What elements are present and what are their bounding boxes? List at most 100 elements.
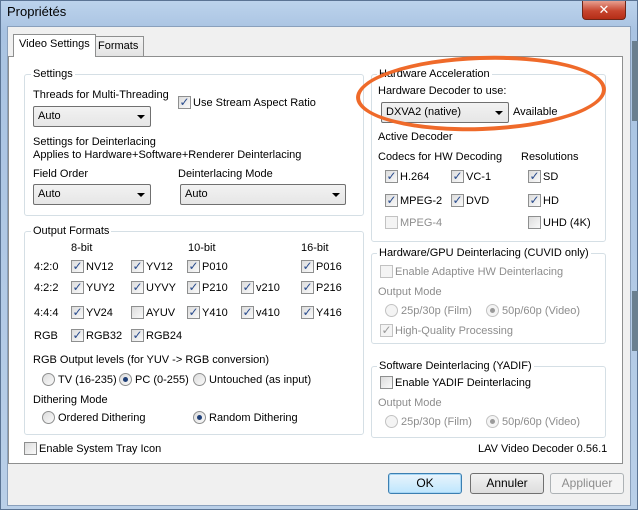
fmt-label: RGB32 (86, 330, 123, 342)
fmt-label: P216 (316, 282, 342, 294)
threads-label: Threads for Multi-Threading (33, 89, 169, 101)
hw-decoder-dropdown[interactable]: DXVA2 (native) (381, 102, 509, 123)
tab-label: Formats (98, 40, 139, 52)
res-sd-checkbox[interactable]: ✓ (528, 170, 541, 183)
codec-label: MPEG-2 (400, 195, 443, 207)
stream-aspect-checkbox[interactable]: ✓ (178, 96, 191, 109)
fmt-checkbox[interactable] (131, 306, 144, 319)
fmt-checkbox[interactable]: ✓ (71, 329, 84, 342)
codec-h264-checkbox[interactable]: ✓ (385, 170, 398, 183)
fmt-checkbox[interactable]: ✓ (187, 281, 200, 294)
system-tray-checkbox[interactable] (24, 442, 37, 455)
codec-dvd-checkbox[interactable]: ✓ (451, 194, 464, 207)
pc-range-radio[interactable] (119, 373, 132, 386)
ok-button[interactable]: OK (388, 473, 462, 494)
field-order-value: Auto (38, 188, 61, 200)
chevron-down-icon (137, 193, 145, 197)
codec-label: H.264 (400, 171, 430, 183)
background-scrollbar (632, 291, 638, 351)
fmt-label: v210 (256, 282, 280, 294)
codecs-label: Codecs for HW Decoding (378, 151, 503, 163)
fmt-checkbox[interactable]: ✓ (187, 306, 200, 319)
dither-mode-label: Dithering Mode (33, 394, 108, 406)
fmt-checkbox[interactable]: ✓ (131, 281, 144, 294)
tv-range-radio[interactable] (42, 373, 55, 386)
tv-range-label: TV (16-235) (58, 374, 117, 386)
properties-window: Propriétés ✕ Video Settings Formats Sett… (0, 0, 638, 510)
cancel-button[interactable]: Annuler (470, 473, 544, 494)
fmt-label: P010 (202, 261, 228, 273)
fmt-checkbox[interactable]: ✓ (71, 260, 84, 273)
deint-settings-desc: Applies to Hardware+Software+Renderer De… (33, 149, 302, 161)
hw-status: Available (513, 106, 558, 118)
deint-mode-dropdown[interactable]: Auto (180, 184, 346, 205)
fmt-checkbox[interactable]: ✓ (131, 260, 144, 273)
yadif-video-label: 50p/60p (Video) (502, 416, 581, 428)
apply-button[interactable]: Appliquer (550, 473, 624, 494)
ordered-dither-label: Ordered Dithering (58, 412, 146, 424)
threads-dropdown[interactable]: Auto (33, 106, 151, 127)
fmt-checkbox[interactable]: ✓ (71, 281, 84, 294)
fmt-checkbox[interactable]: ✓ (241, 306, 254, 319)
hw-decoder-label: Hardware Decoder to use: (378, 85, 507, 97)
fmt-label: RGB24 (146, 330, 183, 342)
close-icon: ✕ (598, 2, 610, 17)
hw-accel-title: Hardware Acceleration (377, 68, 492, 80)
tab-formats[interactable]: Formats (92, 36, 145, 57)
output-formats-title: Output Formats (31, 225, 112, 237)
ordered-dither-radio[interactable] (42, 411, 55, 424)
res-hd-checkbox[interactable]: ✓ (528, 194, 541, 207)
chevron-down-icon (137, 115, 145, 119)
system-tray-label: Enable System Tray Icon (39, 443, 162, 455)
yadif-title: Software Deinterlacing (YADIF) (377, 360, 534, 372)
yadif-output-mode-label: Output Mode (378, 397, 442, 409)
res-label: SD (543, 171, 559, 183)
chevron-down-icon (495, 111, 503, 115)
fmt-label: UYVY (146, 282, 176, 294)
adaptive-hw-deint-checkbox[interactable] (380, 265, 393, 278)
fmt-checkbox[interactable]: ✓ (187, 260, 200, 273)
codec-mpeg4-checkbox[interactable] (385, 216, 398, 229)
codec-label: DVD (466, 195, 490, 207)
fmt-checkbox[interactable]: ✓ (71, 306, 84, 319)
fmt-label: YV24 (86, 307, 113, 319)
resolutions-label: Resolutions (521, 151, 579, 163)
res-label: UHD (4K) (543, 217, 591, 229)
cuvid-video-radio[interactable] (486, 304, 499, 317)
random-dither-radio[interactable] (193, 411, 206, 424)
yadif-video-radio[interactable] (486, 415, 499, 428)
deint-mode-label: Deinterlacing Mode (178, 168, 273, 180)
title-bar[interactable]: Propriétés ✕ (1, 1, 637, 25)
cuvid-video-label: 50p/60p (Video) (502, 305, 581, 317)
fmt-label: Y416 (316, 307, 342, 319)
chevron-down-icon (332, 193, 340, 197)
adaptive-hw-deint-label: Enable Adaptive HW Deinterlacing (395, 266, 564, 278)
cuvid-title: Hardware/GPU Deinterlacing (CUVID only) (377, 247, 591, 259)
fmt-checkbox[interactable]: ✓ (301, 260, 314, 273)
fmt-checkbox[interactable]: ✓ (301, 281, 314, 294)
yadif-film-radio[interactable] (385, 415, 398, 428)
cuvid-film-radio[interactable] (385, 304, 398, 317)
yadif-enable-checkbox[interactable] (380, 376, 393, 389)
codec-mpeg2-checkbox[interactable]: ✓ (385, 194, 398, 207)
yadif-enable-label: Enable YADIF Deinterlacing (395, 377, 531, 389)
field-order-dropdown[interactable]: Auto (33, 184, 151, 205)
close-button[interactable]: ✕ (582, 1, 626, 20)
fmt-checkbox[interactable]: ✓ (301, 306, 314, 319)
fmt-checkbox[interactable]: ✓ (131, 329, 144, 342)
fmt-checkbox[interactable]: ✓ (241, 281, 254, 294)
codec-vc1-checkbox[interactable]: ✓ (451, 170, 464, 183)
untouched-radio[interactable] (193, 373, 206, 386)
col-8bit: 8-bit (71, 242, 93, 254)
hq-processing-checkbox[interactable]: ✓ (380, 324, 393, 337)
tab-video-settings[interactable]: Video Settings (13, 34, 96, 57)
tab-label: Video Settings (19, 38, 90, 50)
codec-label: VC-1 (466, 171, 492, 183)
pc-range-label: PC (0-255) (135, 374, 189, 386)
cuvid-output-mode-label: Output Mode (378, 286, 442, 298)
codec-label: MPEG-4 (400, 217, 443, 229)
settings-group-title: Settings (31, 68, 75, 80)
row-420: 4:2:0 (34, 261, 59, 273)
res-uhd-checkbox[interactable] (528, 216, 541, 229)
untouched-label: Untouched (as input) (209, 374, 312, 386)
